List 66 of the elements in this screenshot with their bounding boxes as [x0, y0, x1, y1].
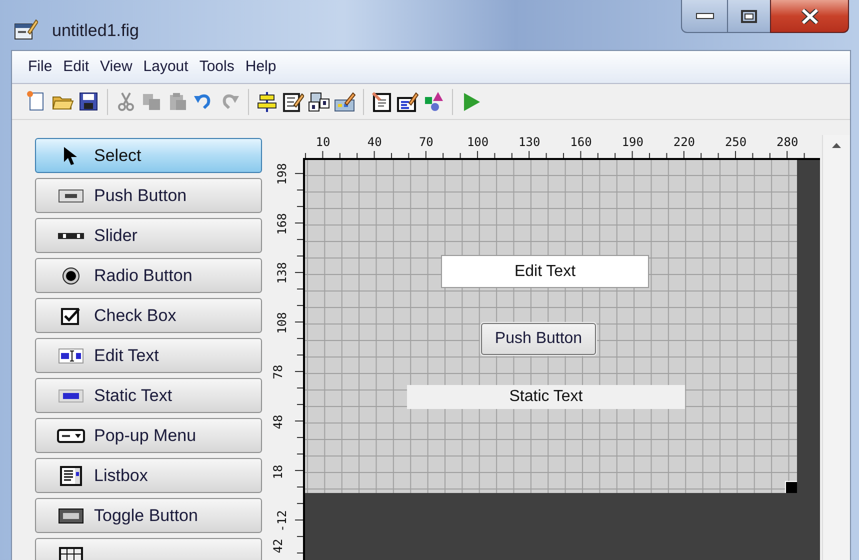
- property-inspector-icon[interactable]: [397, 90, 419, 112]
- listbox-icon: [60, 466, 82, 486]
- ruler-label: 18: [271, 464, 286, 479]
- toolbar-editor-icon[interactable]: [334, 90, 356, 112]
- save-icon[interactable]: [78, 90, 100, 112]
- ruler-label: 130: [518, 135, 540, 149]
- tool-button[interactable]: Slider: [35, 218, 262, 253]
- ruler-label: 138: [274, 262, 289, 284]
- ruler-label: 70: [418, 135, 434, 149]
- tool-button[interactable]: Check Box: [35, 298, 262, 333]
- tool-button[interactable]: Edit Text: [35, 338, 262, 373]
- shapes-icon[interactable]: [423, 90, 445, 112]
- tool-button[interactable]: Select: [35, 138, 262, 173]
- static-text: Static Text: [407, 385, 685, 409]
- maximize-button[interactable]: [728, 0, 770, 33]
- menu-item[interactable]: Edit: [62, 56, 90, 78]
- close-icon: [800, 8, 818, 24]
- maximize-icon: [741, 10, 757, 22]
- tool-button[interactable]: Push Button: [35, 178, 262, 213]
- static-text-icon: [58, 388, 84, 402]
- ruler-label: 78: [271, 365, 286, 380]
- resize-handle[interactable]: [785, 481, 797, 493]
- edit-field-icon: [58, 348, 84, 364]
- ruler-label: 108: [274, 312, 289, 334]
- align-icon[interactable]: [256, 90, 278, 112]
- ruler-label: 48: [271, 414, 286, 430]
- ruler-label: 220: [673, 135, 696, 149]
- tool-button[interactable]: Static Text: [35, 378, 262, 413]
- editor-icon[interactable]: [371, 90, 393, 112]
- scroll-up-icon[interactable]: [832, 143, 841, 148]
- menu-item[interactable]: Tools: [198, 56, 236, 78]
- minimize-icon: [696, 13, 714, 19]
- ruler-label: 168: [274, 212, 289, 234]
- ruler-label: 10: [316, 135, 330, 149]
- tool-button[interactable]: Pop-up Menu: [35, 418, 262, 453]
- ruler-label: -12: [274, 510, 289, 532]
- table-icon: [59, 546, 83, 560]
- ruler-label: 280: [776, 135, 798, 149]
- tab-order-icon[interactable]: [308, 90, 330, 112]
- minimize-button[interactable]: [681, 0, 728, 33]
- radio-icon: [62, 266, 80, 284]
- toggle-button-icon: [58, 508, 84, 524]
- figure-icon: [14, 18, 38, 40]
- tool-button[interactable]: Radio Button: [35, 258, 262, 293]
- popup-menu-icon: [57, 428, 85, 442]
- ruler-label: 190: [622, 135, 644, 149]
- menu-item[interactable]: Layout: [142, 56, 190, 78]
- ruler-label: 100: [466, 135, 489, 149]
- ruler-label: 198: [274, 163, 289, 185]
- menu-item[interactable]: Help: [244, 56, 278, 78]
- close-button[interactable]: [770, 0, 849, 33]
- window-title: untitled1.fig: [52, 20, 139, 42]
- slider-icon: [57, 232, 85, 240]
- ruler-label: 40: [367, 135, 382, 149]
- ruler-label: 160: [570, 135, 592, 149]
- ruler-label: 250: [724, 135, 747, 149]
- tool-button[interactable]: Listbox: [35, 458, 262, 493]
- push-button[interactable]: Push Button: [481, 323, 596, 355]
- push-button-icon: [58, 188, 84, 202]
- menu-editor-icon[interactable]: [282, 90, 304, 112]
- ruler-label: 42: [271, 538, 286, 554]
- tool-button[interactable]: Toggle Button: [35, 498, 262, 533]
- edit-text-field[interactable]: Edit Text: [441, 255, 649, 288]
- menu-item[interactable]: View: [99, 56, 134, 78]
- checkbox-icon: [61, 306, 81, 324]
- menu-item[interactable]: File: [27, 56, 54, 78]
